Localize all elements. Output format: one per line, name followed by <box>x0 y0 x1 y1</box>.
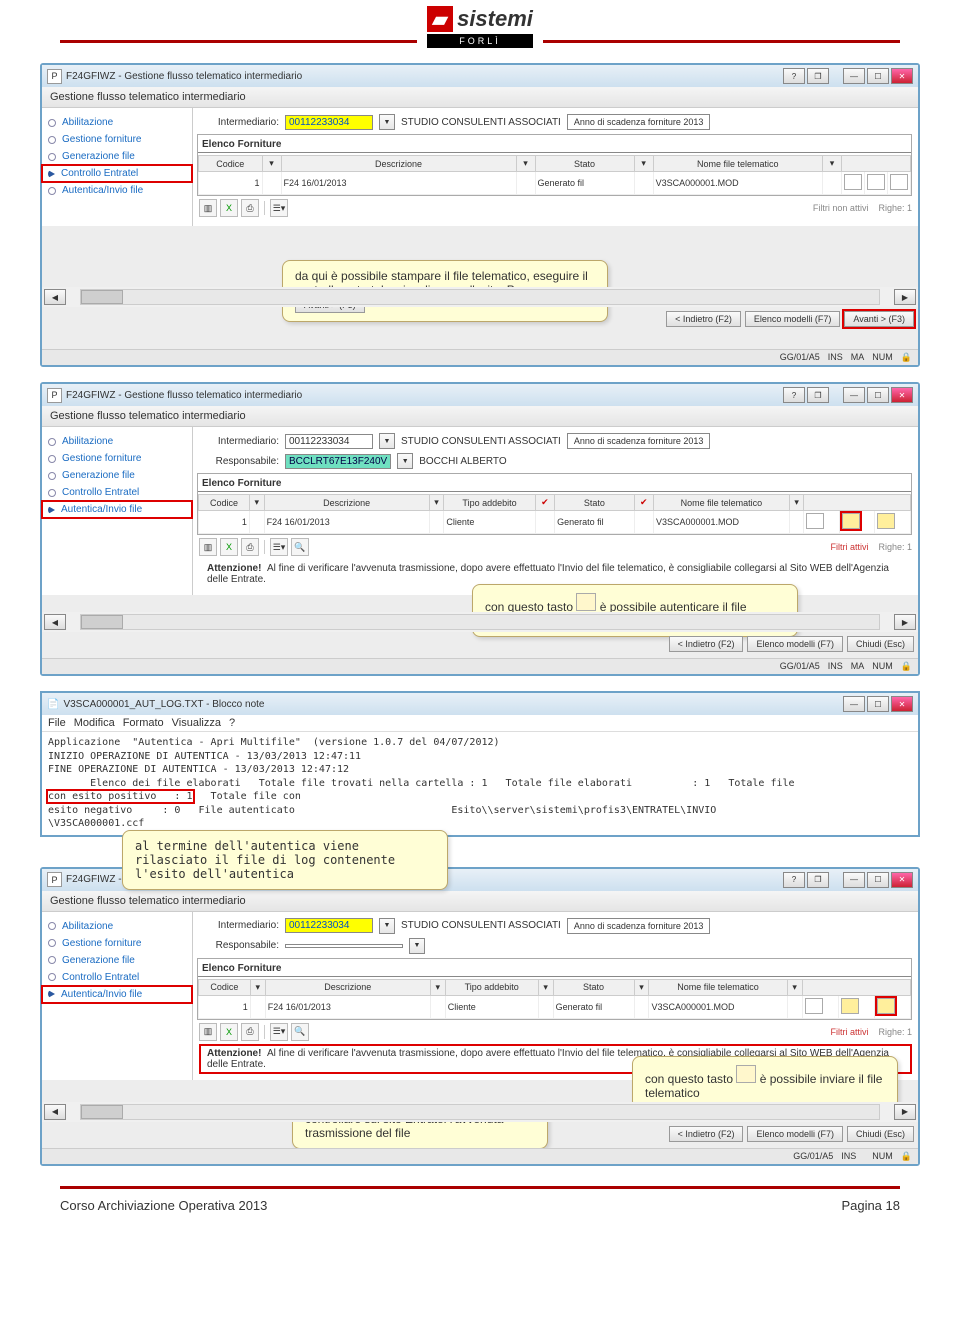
brand-logo: ▰sistemi FORLÌ <box>0 6 960 48</box>
sidebar-item-active[interactable]: Controllo Entratel <box>42 165 192 182</box>
sidebar-item[interactable]: Generazione file <box>42 952 192 969</box>
send-icon[interactable] <box>877 998 895 1014</box>
grid-row[interactable]: 1F24 16/01/2013ClienteGenerato filV3SCA0… <box>199 995 911 1018</box>
dropdown-icon[interactable]: ▼ <box>379 114 395 130</box>
models-button[interactable]: Elenco modelli (F7) <box>747 636 843 652</box>
section-elenco: Elenco Forniture <box>198 137 911 153</box>
authenticate-icon[interactable] <box>841 998 859 1014</box>
scrollbar[interactable]: ◀▶ <box>42 287 918 307</box>
sidebar: Abilitazione Gestione forniture Generazi… <box>42 108 193 226</box>
toolbar-icon[interactable]: ▥ <box>199 199 217 217</box>
sidebar-item[interactable]: Abilitazione <box>42 433 192 450</box>
notepad-icon: 📄 <box>47 699 59 710</box>
callout-notepad: al termine dell'autentica viene rilascia… <box>122 830 448 890</box>
back-button[interactable]: < Indietro (F2) <box>669 636 744 652</box>
label-intermediario: Intermediario: <box>199 117 279 128</box>
back-button[interactable]: < Indietro (F2) <box>669 1126 744 1142</box>
back-button[interactable]: < Indietro (F2) <box>666 311 741 327</box>
forward-button[interactable]: Avanti > (F3) <box>844 311 914 327</box>
notepad-title: V3SCA000001_AUT_LOG.TXT - Blocco note <box>63 699 264 710</box>
grid-forniture: Codice▾Descrizione▾Tipo addebito▾Stato▾N… <box>198 979 911 1019</box>
window-2: PF24GFIWZ - Gestione flusso telematico i… <box>40 382 920 676</box>
sidebar-item[interactable]: Gestione forniture <box>42 131 192 148</box>
sidebar-item[interactable]: Autentica/Invio file <box>42 182 192 199</box>
notepad-body: Applicazione "Autentica - Apri Multifile… <box>42 732 918 835</box>
sidebar-item[interactable]: Abilitazione <box>42 114 192 131</box>
window-title: F24GFIWZ - Gestione flusso telematico in… <box>66 390 302 401</box>
sidebar-item-active[interactable]: Autentica/Invio file <box>42 501 192 518</box>
excel-icon[interactable]: X <box>220 199 238 217</box>
close-button[interactable]: ✕ <box>891 872 913 888</box>
doc-icon[interactable] <box>867 174 885 190</box>
print-icon[interactable] <box>844 174 862 190</box>
intermediario-field[interactable]: 00112233034 <box>285 434 373 449</box>
print-icon[interactable]: ⎙ <box>241 199 259 217</box>
notepad-window: 📄V3SCA000001_AUT_LOG.TXT - Blocco note—☐… <box>40 691 920 837</box>
sidebar-item[interactable]: Generazione file <box>42 148 192 165</box>
sidebar-item[interactable]: Gestione forniture <box>42 450 192 467</box>
close-button[interactable]: ✕ <box>891 68 913 84</box>
window-1: P F24GFIWZ - Gestione flusso telematico i… <box>40 63 920 367</box>
grid-row[interactable]: 1F24 16/01/2013Generato filV3SCA000001.M… <box>199 172 911 195</box>
row-count: Righe: 1 <box>878 203 912 213</box>
sidebar-item[interactable]: Generazione file <box>42 467 192 484</box>
responsabile-field[interactable]: BCCLRT67E13F240V <box>285 454 391 469</box>
page-footer: Corso Archiviazione Operativa 2013Pagina… <box>0 1192 960 1233</box>
help-button[interactable]: ? <box>783 68 805 84</box>
close-button[interactable]: ✕ <box>891 387 913 403</box>
restore-button[interactable]: ❐ <box>807 68 829 84</box>
window-title: F24GFIWZ - Gestione flusso telematico in… <box>66 71 302 82</box>
intermediario-field[interactable]: 00112233034 <box>285 918 373 933</box>
intermediario-field[interactable]: 00112233034 <box>285 115 373 130</box>
search-icon[interactable]: 🔍 <box>291 538 309 556</box>
sidebar-item-active[interactable]: Autentica/Invio file <box>42 986 192 1003</box>
sidebar-item[interactable]: Controllo Entratel <box>42 484 192 501</box>
view-icon[interactable] <box>890 174 908 190</box>
close-button[interactable]: ✕ <box>891 696 913 712</box>
grid-row[interactable]: 1F24 16/01/2013ClienteGenerato filV3SCA0… <box>199 511 911 534</box>
lock-icon: 🔒 <box>901 352 912 363</box>
authenticate-icon[interactable] <box>842 513 860 529</box>
auth-icon <box>576 593 596 611</box>
close-button[interactable]: Chiudi (Esc) <box>847 636 914 652</box>
grid-forniture: Codice▾Descrizione▾Tipo addebito✔Stato✔N… <box>198 494 911 534</box>
sub-header: Gestione flusso telematico intermediario <box>42 87 918 108</box>
print-icon[interactable] <box>806 513 824 529</box>
app-icon: P <box>47 69 62 84</box>
grid-forniture: Codice▾Descrizione▾Stato▾Nome file telem… <box>198 155 911 195</box>
print-icon[interactable] <box>805 998 823 1014</box>
sidebar-item[interactable]: Abilitazione <box>42 918 192 935</box>
sidebar-item[interactable]: Controllo Entratel <box>42 969 192 986</box>
models-button[interactable]: Elenco modelli (F7) <box>747 1126 843 1142</box>
responsabile-field[interactable] <box>285 944 403 948</box>
filter-icon[interactable]: ☰▾ <box>270 199 288 217</box>
help-button[interactable]: ? <box>783 387 805 403</box>
filter-status: Filtri non attivi <box>813 203 869 213</box>
send-icon[interactable] <box>877 513 895 529</box>
intermediario-name: STUDIO CONSULENTI ASSOCIATI <box>401 117 561 128</box>
sidebar-item[interactable]: Gestione forniture <box>42 935 192 952</box>
anno-scadenza: Anno di scadenza forniture 2013 <box>567 114 711 130</box>
maximize-button[interactable]: ☐ <box>867 68 889 84</box>
close-button[interactable]: Chiudi (Esc) <box>847 1126 914 1142</box>
models-button[interactable]: Elenco modelli (F7) <box>745 311 841 327</box>
send-icon-small <box>736 1065 756 1083</box>
notepad-menu[interactable]: FileModificaFormatoVisualizza? <box>42 715 918 732</box>
minimize-button[interactable]: — <box>843 68 865 84</box>
window-3: PF24GFIWZ - Gestione flusso telematico i… <box>40 867 920 1166</box>
